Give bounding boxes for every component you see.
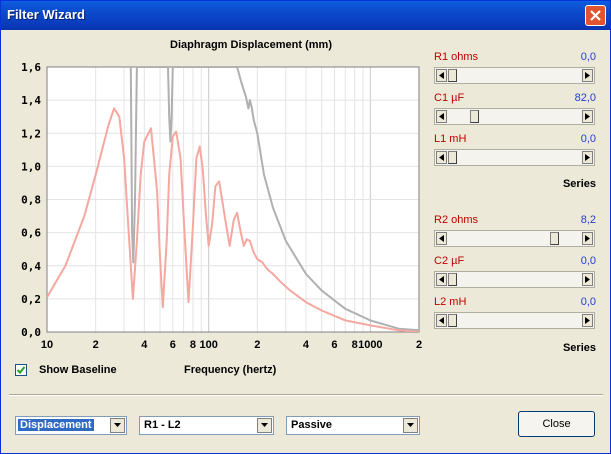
- show-baseline-label[interactable]: Show Baseline: [39, 364, 117, 376]
- x-tick-label: 10: [41, 339, 53, 351]
- y-tick-label: 0,6: [21, 227, 41, 240]
- x-tick-label: 8: [190, 339, 196, 351]
- param-value: 0,0: [580, 133, 596, 145]
- y-tick-label: 1,6: [21, 61, 41, 74]
- param-value: 0,0: [580, 255, 596, 267]
- x-tick-label: 4: [303, 339, 310, 351]
- window-title: Filter Wizard: [7, 7, 85, 22]
- slider-thumb[interactable]: [470, 110, 480, 123]
- close-window-button[interactable]: [585, 5, 606, 26]
- close-button[interactable]: Close: [518, 411, 595, 437]
- x-tick-label: 8: [352, 339, 358, 351]
- arrow-left-icon: [439, 154, 444, 161]
- series-label-2: Series: [562, 342, 596, 354]
- scroll-right-button[interactable]: [582, 151, 593, 164]
- y-tick-label: 1,0: [21, 160, 41, 173]
- arrow-left-icon: [439, 113, 444, 120]
- y-tick-label: 0,4: [21, 260, 41, 273]
- type-combo-value: Passive: [291, 419, 332, 431]
- chevron-down-icon: [114, 423, 121, 427]
- chart-title: Diaphragm Displacement (mm): [170, 39, 332, 51]
- arrow-left-icon: [439, 72, 444, 79]
- scroll-left-button[interactable]: [436, 110, 447, 123]
- x-tick-label: 2: [93, 339, 99, 351]
- param-value: 0,0: [580, 51, 596, 63]
- y-tick-label: 0,2: [21, 293, 41, 306]
- pair-combo[interactable]: R1 - L2: [139, 416, 274, 435]
- slider-thumb[interactable]: [448, 151, 457, 164]
- x-tick-label: 6: [170, 339, 176, 351]
- slider-thumb[interactable]: [448, 273, 457, 286]
- arrow-right-icon: [585, 276, 590, 283]
- filter-wizard-window: Filter Wizard Diaphragm Displacement (mm…: [0, 0, 611, 454]
- y-tick-label: 0,8: [21, 194, 41, 207]
- arrow-left-icon: [439, 235, 444, 242]
- separator: [9, 394, 603, 396]
- param-slider[interactable]: [434, 149, 595, 166]
- slider-thumb[interactable]: [448, 314, 457, 327]
- param-label: R2 ohms: [434, 214, 479, 226]
- param-label: L1 mH: [434, 133, 467, 145]
- y-tick-label: 0,0: [21, 326, 41, 339]
- checkmark-icon: [16, 366, 26, 374]
- pair-combo-dropdown[interactable]: [257, 418, 272, 433]
- x-tick-label: 2: [416, 339, 422, 351]
- scroll-right-button[interactable]: [582, 232, 593, 245]
- y-tick-label: 1,4: [21, 94, 41, 107]
- x-tick-label: 1000: [358, 339, 382, 351]
- arrow-right-icon: [585, 235, 590, 242]
- mode-combo[interactable]: Displacement: [15, 416, 127, 435]
- arrow-right-icon: [585, 113, 590, 120]
- scroll-left-button[interactable]: [436, 232, 447, 245]
- param-label: R1 ohms: [434, 51, 479, 63]
- mode-combo-dropdown[interactable]: [110, 418, 125, 433]
- param-label: L2 mH: [434, 296, 467, 308]
- param-slider[interactable]: [434, 108, 595, 125]
- x-tick-label: 2: [254, 339, 260, 351]
- scroll-right-button[interactable]: [582, 69, 593, 82]
- scroll-left-button[interactable]: [436, 273, 447, 286]
- show-baseline-checkbox[interactable]: [15, 364, 27, 376]
- arrow-right-icon: [585, 72, 590, 79]
- arrow-right-icon: [585, 154, 590, 161]
- param-label: C2 µF: [434, 255, 465, 267]
- type-combo-dropdown[interactable]: [403, 418, 418, 433]
- param-slider[interactable]: [434, 230, 595, 247]
- param-slider[interactable]: [434, 67, 595, 84]
- param-value: 8,2: [580, 214, 596, 226]
- param-value: 0,0: [580, 296, 596, 308]
- slider-thumb[interactable]: [448, 69, 457, 82]
- chevron-down-icon: [261, 423, 268, 427]
- scroll-left-button[interactable]: [436, 69, 447, 82]
- arrow-left-icon: [439, 276, 444, 283]
- scroll-left-button[interactable]: [436, 314, 447, 327]
- arrow-right-icon: [585, 317, 590, 324]
- pair-combo-value: R1 - L2: [144, 419, 181, 431]
- scroll-left-button[interactable]: [436, 151, 447, 164]
- slider-thumb[interactable]: [549, 232, 559, 245]
- series-label-1: Series: [562, 178, 596, 190]
- param-value: 82,0: [574, 92, 596, 104]
- mode-combo-value: Displacement: [18, 419, 94, 431]
- arrow-left-icon: [439, 317, 444, 324]
- scroll-right-button[interactable]: [582, 314, 593, 327]
- x-axis-label: Frequency (hertz): [184, 364, 277, 376]
- title-bar[interactable]: Filter Wizard: [1, 1, 610, 30]
- param-slider[interactable]: [434, 312, 595, 329]
- x-tick-label: 6: [331, 339, 337, 351]
- chevron-down-icon: [407, 423, 414, 427]
- param-label: C1 µF: [434, 92, 465, 104]
- param-slider[interactable]: [434, 271, 595, 288]
- y-tick-label: 1,2: [21, 127, 41, 140]
- x-tick-label: 100: [199, 339, 217, 351]
- x-tick-label: 4: [141, 339, 148, 351]
- scroll-right-button[interactable]: [582, 110, 593, 123]
- displacement-chart: 0,00,20,40,60,81,01,21,41,610 2 4 6 8 100 2 4 6 8…: [21, 61, 422, 351]
- close-icon: [590, 10, 601, 21]
- type-combo[interactable]: Passive: [286, 416, 420, 435]
- scroll-right-button[interactable]: [582, 273, 593, 286]
